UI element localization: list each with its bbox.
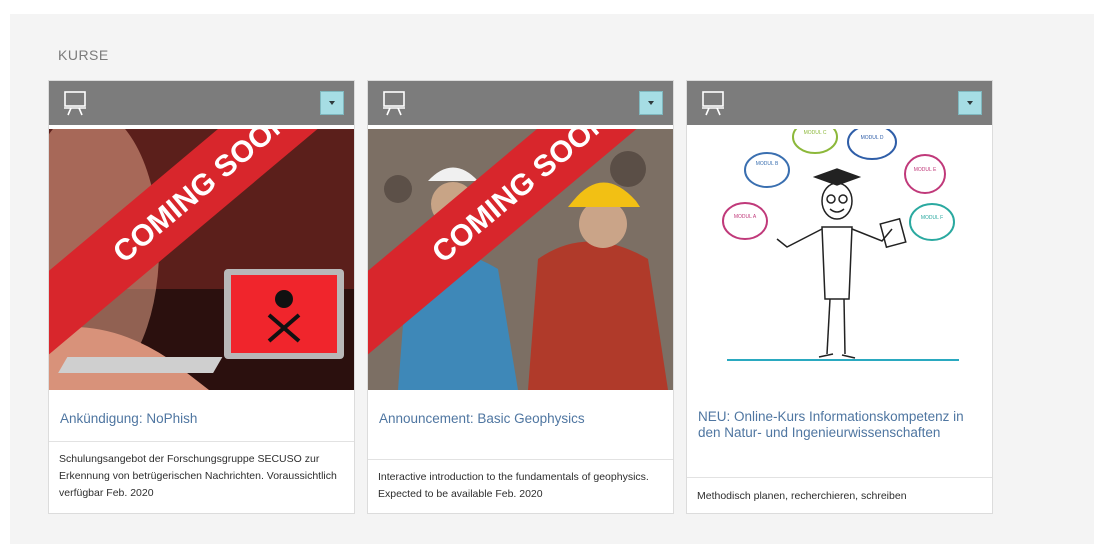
section-title: KURSE [58, 47, 109, 63]
course-title[interactable]: NEU: Online-Kurs Informationskompetenz i… [698, 409, 982, 441]
presentation-board-icon [383, 91, 405, 116]
course-description: Schulungsangebot der Forschungsgruppe SE… [59, 453, 337, 499]
card-menu-button[interactable] [320, 91, 344, 115]
card-header [687, 81, 992, 125]
module-d-label: MODUL D [861, 135, 884, 141]
course-card-informationskompetenz[interactable]: MODUL A MODUL B MODUL C MODUL D MODUL E … [686, 80, 993, 514]
caret-down-icon [648, 101, 654, 105]
module-c-label: MODUL C [804, 130, 827, 136]
course-title[interactable]: Announcement: Basic Geophysics [379, 411, 663, 427]
course-image-geophysics[interactable]: COMING SOON [368, 129, 673, 390]
course-card-geophysics[interactable]: COMING SOON Announcement: Basic Geophysi… [367, 80, 674, 514]
course-image-illustration[interactable]: MODUL A MODUL B MODUL C MODUL D MODUL E … [687, 129, 992, 390]
card-header [368, 81, 673, 125]
module-e-label: MODUL E [914, 167, 937, 173]
caret-down-icon [329, 101, 335, 105]
presentation-board-icon [64, 91, 86, 116]
caret-down-icon [967, 101, 973, 105]
module-b-label: MODUL B [756, 161, 779, 167]
card-menu-button[interactable] [639, 91, 663, 115]
divider [49, 441, 354, 442]
module-a-label: MODUL A [734, 214, 757, 220]
divider [687, 477, 992, 478]
card-menu-button[interactable] [958, 91, 982, 115]
presentation-board-icon [702, 91, 724, 116]
course-title[interactable]: Ankündigung: NoPhish [60, 411, 344, 427]
course-description: Interactive introduction to the fundamen… [378, 471, 649, 500]
course-card-nophish[interactable]: COMING SOON Ankündigung: NoPhish Schulun… [48, 80, 355, 514]
divider [368, 459, 673, 460]
course-description: Methodisch planen, recherchieren, schrei… [697, 490, 907, 502]
module-f-label: MODUL F [921, 215, 943, 221]
card-header [49, 81, 354, 125]
course-image-nophish[interactable]: COMING SOON [49, 129, 354, 390]
